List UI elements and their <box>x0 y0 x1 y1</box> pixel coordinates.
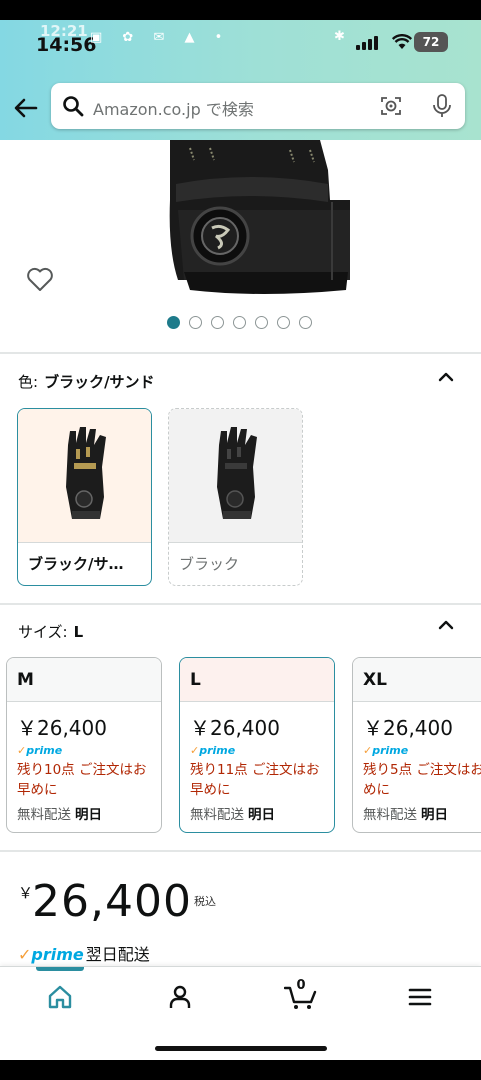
bluetooth-icon: ✱ <box>334 29 345 44</box>
product-image <box>169 140 350 294</box>
chevron-up-icon[interactable] <box>436 617 456 631</box>
color-row-title[interactable]: 色: ブラック/サンド <box>18 371 155 392</box>
price-amount: 26,400 <box>32 876 192 927</box>
divider <box>0 850 481 852</box>
prime-check-icon: ✓ <box>17 744 27 757</box>
carousel-dot[interactable] <box>277 316 290 329</box>
price-currency: ￥ <box>18 884 34 902</box>
shipping-label: 無料配送 <box>190 807 244 823</box>
size-price: ￥26,400 <box>17 716 107 740</box>
prime-text: prime <box>31 945 84 964</box>
glove-thumbnail <box>66 427 106 519</box>
home-icon[interactable] <box>46 983 74 1011</box>
back-arrow-icon[interactable] <box>12 94 40 122</box>
carousel-dot[interactable] <box>211 316 224 329</box>
product-image-carousel[interactable] <box>0 140 481 353</box>
bottom-bezel <box>0 1060 481 1080</box>
size-option-xl[interactable]: XL ￥26,400 ✓prime 残り5点 ご注文はお早めに 無料配送明日 <box>352 657 481 833</box>
shipping-day: 明日 <box>248 807 275 823</box>
size-name: L <box>190 670 201 690</box>
size-card-header: M <box>7 658 161 702</box>
color-option-black-sand[interactable]: ブラック/サ… <box>17 408 152 586</box>
size-name: M <box>17 670 34 690</box>
color-option-black[interactable]: ブラック <box>168 408 303 586</box>
top-bezel <box>0 0 481 20</box>
prime-badge: ✓prime <box>190 744 235 757</box>
prime-check-icon: ✓ <box>363 744 373 757</box>
prime-text: prime <box>26 744 63 757</box>
notification-icons: ▣ ✿ ✉ ▲ • <box>90 30 231 45</box>
carousel-dot[interactable] <box>167 316 180 329</box>
size-price: ￥26,400 <box>363 716 453 740</box>
stock-warning: 残り5点 ご注文はお早めに <box>363 762 481 798</box>
size-option-m[interactable]: M ￥26,400 ✓prime 残り10点 ご注文はお早めに 無料配送 明日 <box>6 657 162 833</box>
status-time: 14:56 <box>36 34 97 56</box>
size-option-l[interactable]: L ￥26,400 ✓prime 残り11点 ご注文はお早めに 無料配送 明日 <box>179 657 335 833</box>
cart-count: 0 <box>296 978 306 993</box>
size-label: サイズ: <box>18 623 68 641</box>
size-card-header: XL <box>353 658 481 702</box>
color-option-label: ブラック <box>179 555 240 573</box>
prime-check-icon: ✓ <box>18 945 32 964</box>
carousel-dot[interactable] <box>299 316 312 329</box>
carousel-dot[interactable] <box>189 316 202 329</box>
size-selected-value: L <box>73 623 84 641</box>
shipping-label: 無料配送 <box>363 807 417 823</box>
stock-warning: 残り10点 ご注文はお早めに <box>17 762 147 798</box>
menu-icon[interactable] <box>406 983 434 1011</box>
stock-warning: 残り11点 ご注文はお早めに <box>190 762 320 798</box>
size-row-title[interactable]: サイズ: L <box>18 621 83 642</box>
status-bar: 12:21 14:56 ▣ ✿ ✉ ▲ • ✱ 72 <box>0 20 481 70</box>
active-tab-indicator <box>36 967 84 971</box>
size-card-header: L <box>180 658 334 702</box>
shipping-info: 無料配送 明日 <box>363 803 448 823</box>
search-input[interactable]: Amazon.co.jp で検索 <box>93 96 254 120</box>
shipping-day: 明日 <box>421 807 448 823</box>
battery-icon: 72 <box>414 32 448 52</box>
account-icon[interactable] <box>166 983 194 1011</box>
carousel-dot[interactable] <box>233 316 246 329</box>
color-selected-value: ブラック/サンド <box>44 373 155 391</box>
screen: 12:21 14:56 ▣ ✿ ✉ ▲ • ✱ 72 Amazon.co.jp … <box>0 0 481 1080</box>
heart-icon[interactable] <box>26 266 54 292</box>
glove-thumbnail <box>217 427 257 519</box>
camera-lens-icon[interactable] <box>379 94 403 118</box>
prime-badge: ✓prime <box>363 744 408 757</box>
prime-delivery: ✓prime 翌日配送 <box>18 941 150 965</box>
divider <box>0 352 481 354</box>
signal-icon <box>356 36 384 50</box>
microphone-icon[interactable] <box>431 93 453 119</box>
swatch-image <box>169 409 302 543</box>
color-option-label: ブラック/サ… <box>28 555 124 573</box>
prime-badge: ✓prime <box>17 744 62 757</box>
size-name: XL <box>363 670 387 690</box>
size-price: ￥26,400 <box>190 716 280 740</box>
chevron-up-icon[interactable] <box>436 369 456 383</box>
swatch-image <box>18 409 151 543</box>
header: 12:21 14:56 ▣ ✿ ✉ ▲ • ✱ 72 Amazon.co.jp … <box>0 20 481 140</box>
wifi-icon <box>391 34 413 54</box>
prime-text: prime <box>372 744 409 757</box>
prime-text: prime <box>199 744 236 757</box>
shipping-info: 無料配送 明日 <box>190 803 275 823</box>
search-bar[interactable]: Amazon.co.jp で検索 <box>51 83 465 129</box>
shipping-info: 無料配送 明日 <box>17 803 102 823</box>
shipping-day: 明日 <box>75 807 102 823</box>
search-icon <box>63 96 84 117</box>
carousel-dots <box>167 316 312 330</box>
divider <box>0 603 481 605</box>
prime-check-icon: ✓ <box>190 744 200 757</box>
bottom-tab-bar: 0 <box>0 966 481 1060</box>
carousel-dot[interactable] <box>255 316 268 329</box>
color-label: 色: <box>18 373 39 391</box>
shipping-label: 無料配送 <box>17 807 71 823</box>
swatch-separator <box>18 542 151 543</box>
swatch-separator <box>169 542 302 543</box>
home-indicator[interactable] <box>155 1046 327 1051</box>
delivery-text: 翌日配送 <box>85 945 150 964</box>
tax-note: 税込 <box>194 895 216 908</box>
